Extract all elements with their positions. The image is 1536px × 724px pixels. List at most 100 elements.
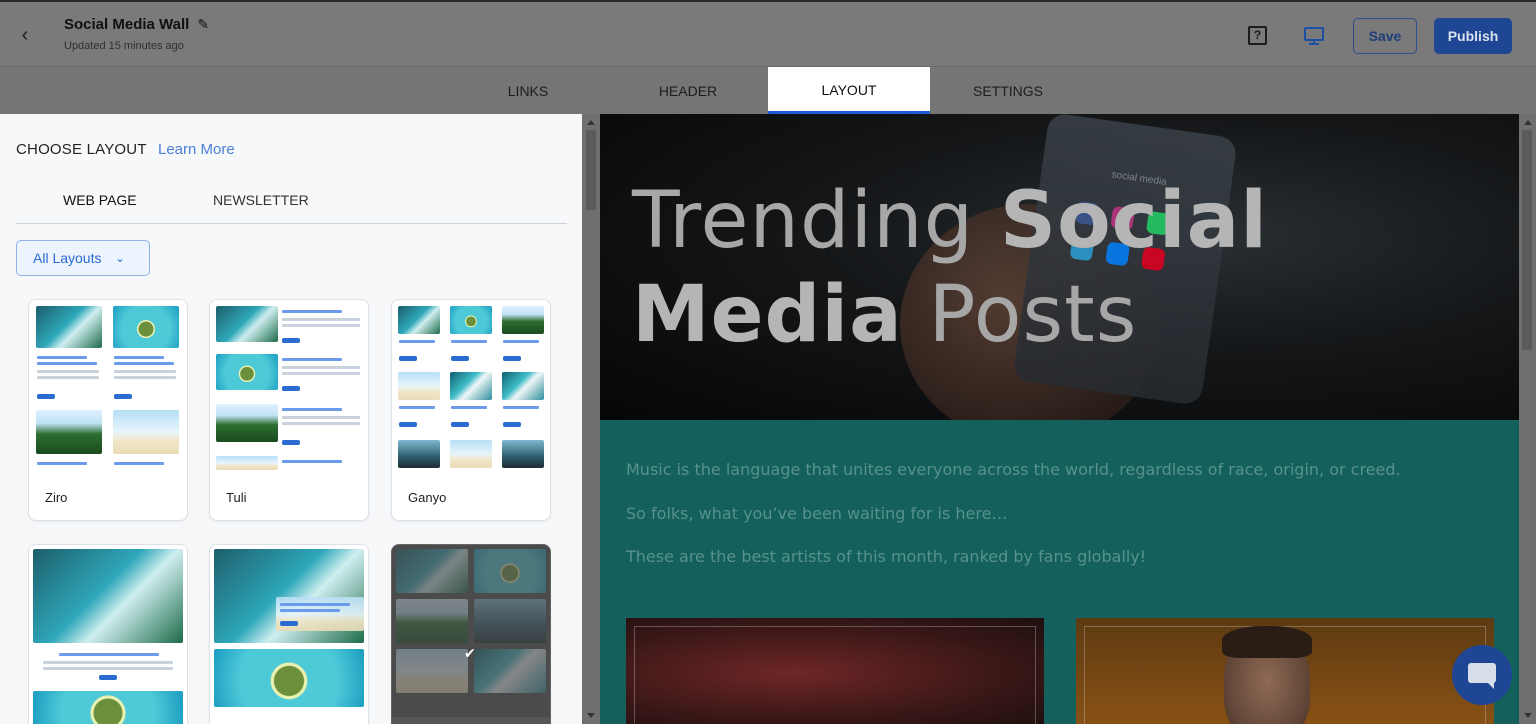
post-person-hair [1222, 626, 1312, 658]
tab-header[interactable]: HEADER [608, 67, 768, 115]
subtab-web-page[interactable]: WEB PAGE [63, 192, 137, 208]
page-title: Social Media Wall ✎ [64, 16, 209, 33]
hero-title-word: Social [999, 176, 1268, 266]
thumbnail-text [282, 416, 360, 419]
thumbnail-button [37, 394, 55, 399]
thumbnail-image [502, 306, 544, 334]
thumbnail-text [114, 462, 164, 465]
thumbnail-text [399, 340, 435, 343]
layout-type-tabs: WEB PAGE NEWSLETTER [16, 186, 567, 224]
thumbnail-text [43, 661, 173, 664]
thumbnail-image [113, 306, 179, 348]
layout-thumbnail [392, 300, 550, 472]
layout-card-4[interactable] [28, 544, 188, 724]
thumbnail-text [114, 356, 164, 359]
layout-thumbnail [29, 300, 187, 472]
thumbnail-image [214, 649, 364, 707]
tab-links[interactable]: LINKS [448, 67, 608, 115]
scroll-down-arrow-icon[interactable] [587, 713, 595, 718]
page-preview: social media Trending Social Media Posts… [600, 114, 1519, 724]
layout-card-tuli[interactable]: Tuli [209, 299, 369, 521]
thumbnail-image [216, 456, 278, 470]
thumbnail-image [33, 549, 183, 643]
thumbnail-text [282, 318, 360, 321]
layout-filter-dropdown[interactable]: All Layouts ⌄ [16, 240, 150, 276]
layout-card-ganyo[interactable]: Ganyo [391, 299, 551, 521]
thumbnail-button [451, 356, 469, 361]
hero-title-word: Media [632, 270, 903, 360]
thumbnail-text [280, 609, 340, 612]
tab-layout[interactable]: LAYOUT [768, 67, 930, 115]
scrollbar-thumb[interactable] [1522, 130, 1532, 350]
editor-tabs: LINKS HEADER LAYOUT SETTINGS [0, 66, 1536, 115]
left-panel-scrollbar[interactable] [582, 114, 600, 724]
layout-name: Ziro [45, 490, 68, 505]
thumbnail-button [282, 338, 300, 343]
thumbnail-image [33, 691, 183, 724]
thumbnail-text [451, 406, 487, 409]
thumbnail-button [399, 356, 417, 361]
layout-name: Ganyo [408, 490, 447, 505]
thumbnail-text [282, 460, 342, 463]
thumbnail-text [114, 376, 176, 379]
thumbnail-button [503, 422, 521, 427]
preview-scrollbar[interactable] [1519, 114, 1536, 724]
top-bar: ‹ Social Media Wall ✎ Updated 15 minutes … [0, 0, 1536, 66]
thumbnail-image [216, 404, 278, 442]
thumbnail-image [502, 372, 544, 400]
thumbnail-text [37, 362, 97, 365]
thumbnail-image [450, 440, 492, 468]
thumbnail-button [99, 675, 117, 680]
scroll-up-arrow-icon[interactable] [587, 120, 595, 125]
thumbnail-image [398, 372, 440, 400]
back-arrow-icon[interactable]: ‹ [14, 24, 36, 46]
thumbnail-button [282, 386, 300, 391]
scrollbar-thumb[interactable] [586, 130, 596, 210]
post-card-frame [634, 626, 1036, 724]
layout-card-ziro[interactable]: Ziro [28, 299, 188, 521]
chevron-down-icon: ⌄ [115, 251, 126, 265]
thumbnail-text [43, 667, 173, 670]
thumbnail-text [399, 406, 435, 409]
thumbnail-image [474, 599, 546, 643]
layout-card-5[interactable] [209, 544, 369, 724]
thumbnail-text [114, 370, 176, 373]
thumbnail-text [282, 422, 360, 425]
thumbnail-image [398, 440, 440, 468]
layout-thumbnail: ✔ [392, 545, 550, 717]
chat-bubble-icon [1468, 663, 1496, 683]
checkmark-icon: ✔ [464, 645, 476, 661]
pencil-icon[interactable]: ✎ [197, 16, 209, 32]
layout-filter-value: All Layouts [33, 250, 102, 266]
thumbnail-image [450, 372, 492, 400]
thumbnail-text [37, 462, 87, 465]
help-icon[interactable]: ? [1248, 26, 1267, 45]
post-card[interactable] [626, 618, 1044, 724]
thumbnail-image [396, 549, 468, 593]
thumbnail-text [282, 372, 360, 375]
post-card[interactable] [1076, 618, 1494, 724]
thumbnail-button [399, 422, 417, 427]
chat-launcher-button[interactable] [1452, 645, 1512, 705]
subtab-newsletter[interactable]: NEWSLETTER [213, 192, 309, 208]
publish-button[interactable]: Publish [1434, 18, 1512, 54]
desktop-preview-icon[interactable] [1303, 25, 1325, 47]
layout-thumbnail [29, 545, 187, 724]
thumbnail-text [37, 376, 99, 379]
thumbnail-button [282, 440, 300, 445]
thumbnail-image [396, 599, 468, 643]
tab-settings[interactable]: SETTINGS [928, 67, 1088, 115]
thumbnail-image [216, 354, 278, 390]
thumbnail-image [474, 549, 546, 593]
preview-paragraph: So folks, what you’ve been waiting for i… [626, 504, 1008, 523]
scroll-down-arrow-icon[interactable] [1524, 713, 1532, 718]
thumbnail-image [36, 410, 102, 454]
layout-card-6-selected[interactable]: ✔ [391, 544, 551, 724]
thumbnail-image [396, 649, 468, 693]
save-button[interactable]: Save [1353, 18, 1417, 54]
thumbnail-button [451, 422, 469, 427]
learn-more-link[interactable]: Learn More [158, 141, 235, 158]
page-title-text: Social Media Wall [64, 16, 190, 33]
thumbnail-text [280, 603, 350, 606]
scroll-up-arrow-icon[interactable] [1524, 120, 1532, 125]
